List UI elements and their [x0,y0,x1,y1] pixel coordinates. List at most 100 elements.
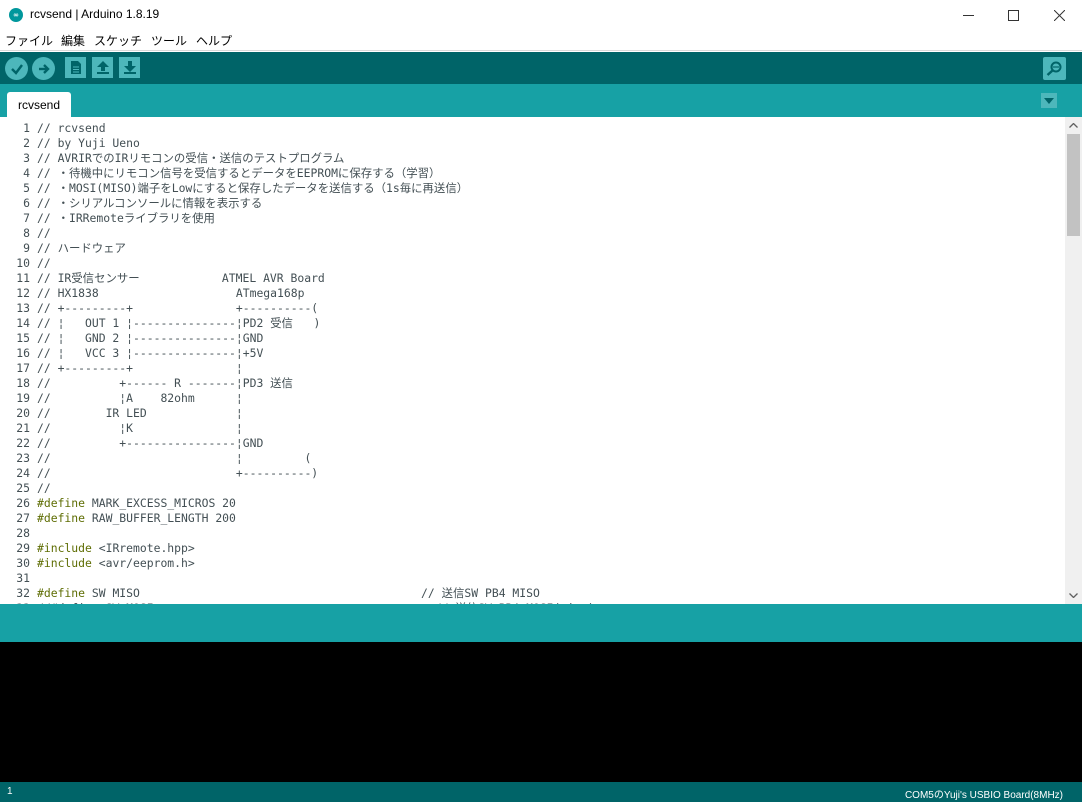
code-text: // ・IRRemoteライブラリを使用 [37,211,215,225]
scroll-up-arrow-icon[interactable] [1065,117,1082,134]
line-number: 23 [16,451,30,465]
line-number: 15 [16,331,30,345]
code-line[interactable]: // ¦ VCC 3 ¦---------------¦+5V [37,346,263,361]
line-number: 27 [16,511,30,525]
menu-edit[interactable]: 編集 [61,32,85,49]
title-bar: ∞ rcvsend | Arduino 1.8.19 [0,0,1082,30]
line-number: 3 [23,151,30,165]
open-sketch-button[interactable] [92,57,113,78]
code-line[interactable]: // AVRIRでのIRリモコンの受信・送信のテストプログラム [37,151,344,166]
maximize-button[interactable] [990,0,1036,30]
code-text: // +---------+ +----------( [37,301,319,315]
menu-file[interactable]: ファイル [5,32,53,49]
line-number: 9 [23,241,30,255]
minimize-button[interactable] [945,0,991,30]
code-line[interactable]: // ・IRRemoteライブラリを使用 [37,211,215,226]
code-keyword: #define [37,496,86,510]
code-line[interactable]: // ・待機中にリモコン信号を受信するとデータをEEPROMに保存する（学習） [37,166,440,181]
scroll-down-arrow-icon[interactable] [1065,587,1082,604]
code-line[interactable]: #define SW MISO // 送信SW PB4 MISO [37,586,540,601]
code-line[interactable]: // IR LED ¦ [37,406,243,421]
menu-sketch[interactable]: スケッチ [94,32,142,49]
line-number: 16 [16,346,30,360]
upload-icon [38,63,50,74]
line-number: 5 [23,181,30,195]
code-line[interactable]: // IR受信センサー ATMEL AVR Board [37,271,325,286]
code-line[interactable]: // [37,226,51,241]
line-number: 31 [16,571,30,585]
line-number: 24 [16,466,30,480]
code-text: // ¦ VCC 3 ¦---------------¦+5V [37,346,264,360]
code-line[interactable]: #define MARK_EXCESS_MICROS 20 [37,496,236,511]
code-text: // ¦A 82ohm ¦ [37,391,243,405]
code-text: // ¦K ¦ [37,421,243,435]
board-info: COM5のYuji's USBIO Board(8MHz) [904,790,1063,801]
code-line[interactable]: // +----------------¦GND [37,436,263,451]
console-output[interactable] [0,642,1082,782]
upload-button[interactable] [32,57,55,80]
new-sketch-button[interactable] [65,57,86,78]
code-text: // ¦ GND 2 ¦---------------¦GND [37,331,264,345]
arduino-logo-icon: ∞ [9,8,23,22]
code-area[interactable]: // rcvsend// by Yuji Ueno// AVRIRでのIRリモコ… [37,117,1062,604]
line-number: 32 [16,586,30,600]
code-line[interactable]: // +----------) [37,466,318,481]
code-line[interactable]: #include <avr/eeprom.h> [37,556,195,571]
line-number: 11 [16,271,30,285]
current-line-number: 1 [7,786,13,797]
save-sketch-button[interactable] [119,57,140,78]
line-number: 22 [16,436,30,450]
menu-tools[interactable]: ツール [151,32,187,49]
code-text: <avr/eeprom.h> [91,556,195,570]
window-title: rcvsend | Arduino 1.8.19 [30,7,160,21]
line-number: 7 [23,211,30,225]
code-line[interactable]: // ¦K ¦ [37,421,243,436]
serial-monitor-button[interactable] [1043,57,1066,80]
code-text: // +----------) [37,466,319,480]
code-line[interactable]: #define RAW_BUFFER_LENGTH 200 [37,511,236,526]
verify-icon [10,63,23,75]
maximize-icon [1007,9,1019,21]
code-line[interactable]: // ¦ OUT 1 ¦---------------¦PD2 受信 ) [37,316,320,331]
menu-bar: ファイル 編集 スケッチ ツール ヘルプ [0,30,1082,51]
code-line[interactable]: // ¦ ( [37,451,311,466]
code-line[interactable]: // ・シリアルコンソールに情報を表示する [37,196,262,211]
tab-rcvsend[interactable]: rcvsend [7,92,71,117]
menu-help[interactable]: ヘルプ [196,32,232,49]
save-sketch-icon [123,61,136,74]
line-number: 30 [16,556,30,570]
code-line[interactable]: // ¦A 82ohm ¦ [37,391,243,406]
code-line[interactable]: // +---------+ +----------( [37,301,318,316]
tab-menu-button[interactable] [1041,93,1057,108]
new-sketch-icon [70,61,81,74]
code-line[interactable]: // [37,256,51,271]
vertical-scrollbar[interactable] [1065,117,1082,604]
code-line[interactable]: // ・MOSI(MISO)端子をLowにすると保存したデータを送信する（1s毎… [37,181,468,196]
code-text: // [37,481,51,495]
code-text: // ・MOSI(MISO)端子をLowにすると保存したデータを送信する（1s毎… [37,181,469,195]
code-text: RAW_BUFFER_LENGTH 200 [85,511,236,525]
serial-monitor-icon [1046,61,1062,76]
code-line[interactable]: // ¦ GND 2 ¦---------------¦GND [37,331,263,346]
verify-button[interactable] [5,57,28,80]
open-sketch-icon [96,61,109,74]
line-number: 12 [16,286,30,300]
code-editor[interactable]: 1 2 3 4 5 6 7 8 9 10 11 12 13 14 15 16 17 18 19 20 21 22 23 24 2… [0,117,1082,604]
code-line[interactable]: #include <IRremote.hpp> [37,541,195,556]
code-text: // AVRIRでのIRリモコンの受信・送信のテストプログラム [37,151,345,165]
line-number: 10 [16,256,30,270]
status-bar [0,604,1082,642]
code-line[interactable]: // rcvsend [37,121,106,136]
code-line[interactable]: // by Yuji Ueno [37,136,140,151]
code-text: // ハードウェア [37,241,126,255]
close-button[interactable] [1036,0,1082,30]
code-text: // ¦ OUT 1 ¦---------------¦PD2 受信 ) [37,316,321,330]
code-keyword: #define [37,586,86,600]
code-line[interactable]: // HX1838 ATmega168p [37,286,304,301]
code-line[interactable]: // [37,481,51,496]
code-line[interactable]: // +---------+ ¦ [37,361,243,376]
scroll-thumb[interactable] [1067,134,1080,236]
code-line[interactable]: // ハードウェア [37,241,126,256]
code-line[interactable]: // +------ R -------¦PD3 送信 [37,376,293,391]
line-number: 4 [23,166,30,180]
